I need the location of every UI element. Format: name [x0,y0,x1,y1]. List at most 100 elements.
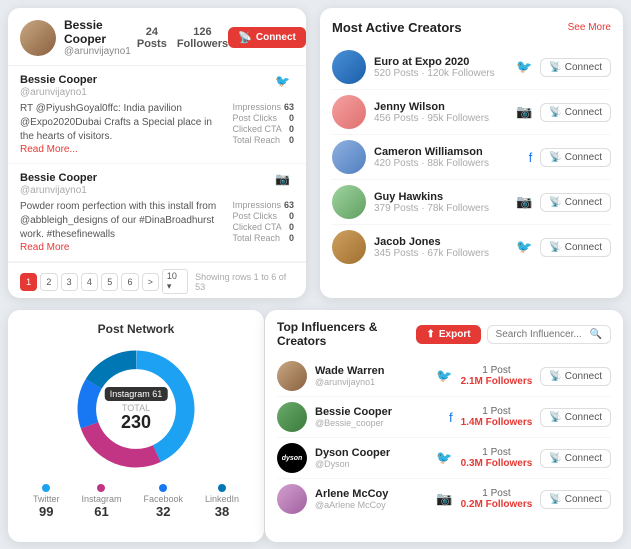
legend-dot-2 [159,484,167,492]
connect-inf-icon-1: 📡 [549,412,561,423]
instagram-icon: 📷 [516,104,532,120]
influencer-followers-1: 1.4M Followers [461,417,533,428]
legend-item-2: Facebook 32 [143,484,183,519]
connect-icon-1: 📡 [549,107,561,118]
influencer-avatar-3 [277,484,307,514]
search-input[interactable] [496,329,586,340]
network-legend: Twitter 99 Instagram 61 Facebook 32 Link… [22,484,250,519]
creator-name-3: Guy Hawkins [374,191,508,203]
creator-info-0: Euro at Expo 2020 520 Posts · 120k Follo… [374,56,508,79]
export-button[interactable]: ⬆ Export [416,325,480,344]
twitter-icon-1: 🐦 [275,74,290,88]
search-box[interactable]: 🔍 [487,325,611,344]
legend-val-0: 99 [33,504,60,519]
creator-stats-3: 379 Posts · 78k Followers [374,203,508,214]
creator-avatar-1 [332,95,366,129]
legend-val-1: 61 [81,504,121,519]
facebook-icon: f [449,410,453,425]
influencer-avatar-2: dyson [277,443,307,473]
influencer-connect-btn-0[interactable]: 📡 Connect [540,367,611,386]
instagram-icon: 📷 [436,491,452,507]
creator-name-1: Jenny Wilson [374,101,508,113]
page-2-button[interactable]: 2 [40,273,57,291]
connect-icon-0: 📡 [549,62,561,73]
page-3-button[interactable]: 3 [61,273,78,291]
twitter-icon: 🐦 [436,450,452,466]
connect-icon-3: 📡 [549,197,561,208]
influencer-followers-3: 0.2M Followers [461,499,533,510]
influencer-handle-0: @arunvijayno1 [315,377,428,387]
influencers-card: Top Influencers & Creators ⬆ Export 🔍 Wa… [265,310,623,542]
twitter-icon: 🐦 [516,239,532,255]
creator-info-2: Cameron Williamson 420 Posts · 88k Follo… [374,146,521,169]
user-info: Bessie Cooper @arunvijayno1 [64,18,131,57]
creator-connect-btn-3[interactable]: 📡 Connect [540,193,611,212]
influencer-posts-1: 1 Post [461,406,533,417]
influencer-avatar-0 [277,361,307,391]
post-body-2: Powder room perfection with this install… [20,200,294,253]
posts-header: Bessie Cooper @arunvijayno1 24 Posts 126… [8,8,306,66]
post-handle-1: @arunvijayno1 [20,87,97,98]
influencer-detail-1: 1 Post 1.4M Followers [461,406,533,428]
creator-avatar-0 [332,50,366,84]
creator-stats-2: 420 Posts · 88k Followers [374,158,521,169]
see-more-link[interactable]: See More [568,22,611,33]
legend-item-1: Instagram 61 [81,484,121,519]
influencer-connect-btn-1[interactable]: 📡 Connect [540,408,611,427]
showing-rows: Showing rows 1 to 6 of 53 [195,272,294,292]
creator-info-4: Jacob Jones 345 Posts · 67k Followers [374,236,508,259]
network-card: Post Network Instagram 61 TOTAL 230 Twit… [8,310,264,542]
creator-connect-btn-1[interactable]: 📡 Connect [540,103,611,122]
page-1-button[interactable]: 1 [20,273,37,291]
page-4-button[interactable]: 4 [81,273,98,291]
donut-chart: Instagram 61 TOTAL 230 [71,344,201,474]
legend-dot-1 [97,484,105,492]
post-text-1: RT @PiyushGoyal0ffc: India pavilion @Exp… [20,102,224,144]
network-title: Post Network [22,322,250,336]
influencer-info-2: Dyson Cooper @Dyson [315,447,428,469]
influencer-item-2: dyson Dyson Cooper @Dyson 🐦 1 Post 0.3M … [277,438,611,479]
influencer-avatar-1 [277,402,307,432]
connect-icon-2: 📡 [549,152,561,163]
creator-connect-btn-2[interactable]: 📡 Connect [540,148,611,167]
read-more-2[interactable]: Read More [20,242,224,253]
per-page-select[interactable]: 10 ▾ [162,269,188,294]
post-item-1: Bessie Cooper @arunvijayno1 🐦 RT @Piyush… [8,66,306,164]
creator-name-0: Euro at Expo 2020 [374,56,508,68]
instagram-icon-1: 📷 [275,172,290,186]
connect-icon-4: 📡 [549,242,561,253]
influencer-name-1: Bessie Cooper [315,406,441,418]
read-more-1[interactable]: Read More... [20,144,224,155]
creator-info-3: Guy Hawkins 379 Posts · 78k Followers [374,191,508,214]
influencer-connect-btn-2[interactable]: 📡 Connect [540,449,611,468]
influencer-item-1: Bessie Cooper @Bessie_cooper f 1 Post 1.… [277,397,611,438]
page-5-button[interactable]: 5 [101,273,118,291]
creator-item-2: Cameron Williamson 420 Posts · 88k Follo… [332,135,611,180]
user-avatar [20,20,56,56]
influencer-handle-3: @aArlene McCoy [315,500,428,510]
twitter-icon: 🐦 [516,59,532,75]
facebook-icon: f [529,150,533,165]
creator-info-1: Jenny Wilson 456 Posts · 95k Followers [374,101,508,124]
connect-button[interactable]: 📡 Connect [228,27,306,48]
creators-card: Most Active Creators See More Euro at Ex… [320,8,623,298]
creator-connect-btn-4[interactable]: 📡 Connect [540,238,611,257]
influencer-detail-0: 1 Post 2.1M Followers [461,365,533,387]
influencer-posts-0: 1 Post [461,365,533,376]
page-6-button[interactable]: 6 [121,273,138,291]
creator-connect-btn-0[interactable]: 📡 Connect [540,58,611,77]
connect-inf-icon-0: 📡 [549,371,561,382]
influencer-info-3: Arlene McCoy @aArlene McCoy [315,488,428,510]
creator-stats-4: 345 Posts · 67k Followers [374,248,508,259]
page-next-button[interactable]: > [142,273,159,291]
influencer-connect-btn-3[interactable]: 📡 Connect [540,490,611,509]
creator-name-2: Cameron Williamson [374,146,521,158]
creators-header: Most Active Creators See More [332,20,611,35]
legend-label-2: Facebook [143,494,183,504]
followers-count: 126 Followers [177,26,228,50]
connect-inf-icon-3: 📡 [549,494,561,505]
posts-card: Bessie Cooper @arunvijayno1 24 Posts 126… [8,8,306,298]
posts-count: 24 Posts [137,26,167,50]
creator-item-0: Euro at Expo 2020 520 Posts · 120k Follo… [332,45,611,90]
influencers-controls: ⬆ Export 🔍 [416,325,611,344]
